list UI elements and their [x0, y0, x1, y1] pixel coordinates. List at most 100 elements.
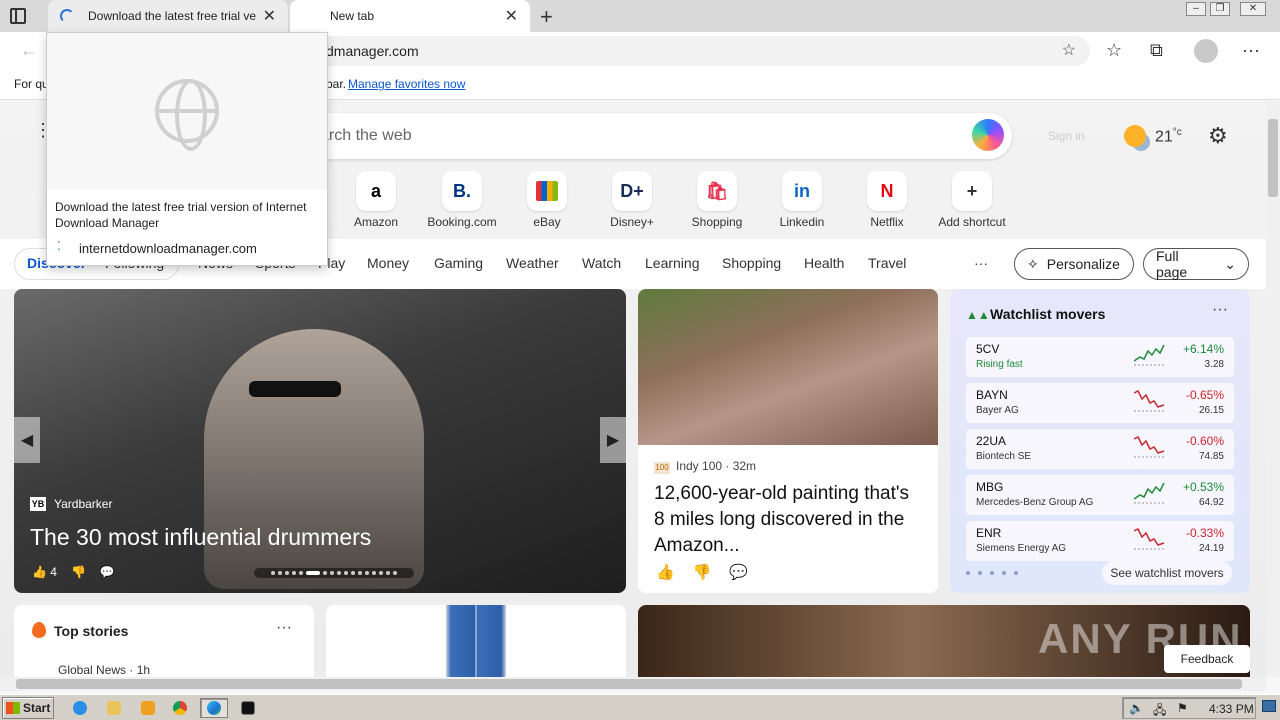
flag-icon[interactable]: ⚑ [1177, 701, 1188, 715]
chevron-down-icon: ⌄ [1224, 255, 1236, 272]
story-source-text: Indy 100 · 32m [676, 459, 757, 473]
full-page-dropdown[interactable]: Full page ⌄ [1143, 248, 1249, 280]
shortcut-netflix[interactable]: N Netflix [847, 171, 927, 229]
tab-new-tab[interactable]: New tab ✕ [290, 0, 530, 32]
scrollbar-thumb[interactable] [16, 679, 1242, 689]
nav-more-icon[interactable]: ··· [974, 255, 988, 271]
back-icon[interactable]: ← [20, 40, 38, 61]
clock[interactable]: 4:33 PM [1209, 702, 1254, 716]
dislike-icon[interactable]: 👎 [71, 565, 86, 579]
ticker-symbol: BAYN [976, 388, 1008, 402]
start-button[interactable]: Start [2, 697, 54, 719]
hero-card[interactable]: ◀ ▶ YB Yardbarker The 30 most influentia… [14, 289, 626, 593]
media-player-icon[interactable] [134, 698, 162, 718]
close-icon[interactable]: ✕ [263, 6, 276, 26]
shortcut-amazon[interactable]: a Amazon [336, 171, 416, 229]
company-name: Siemens Energy AG [976, 543, 1067, 554]
search-box[interactable]: arch the web [250, 113, 1012, 159]
watchlist-row[interactable]: 22UA Biontech SE -0.60% 74.85 [966, 429, 1234, 469]
hero-reactions: 👍 4 👎 💬 [32, 565, 115, 579]
address-bar[interactable]: dmanager.com ☆ [300, 36, 1090, 66]
tab-actions-icon[interactable] [10, 8, 26, 24]
watchlist-pagination[interactable] [966, 571, 1018, 575]
watchlist-more-icon[interactable]: ··· [1212, 301, 1228, 319]
nav-tab-money[interactable]: Money [367, 255, 409, 271]
see-watchlist-button[interactable]: See watchlist movers [1102, 561, 1232, 585]
shortcut-linkedin[interactable]: in Linkedin [762, 171, 842, 229]
top-stories-more-icon[interactable]: ··· [276, 619, 292, 637]
shortcut-icon [527, 171, 567, 211]
network-icon[interactable]: 🖧 [1153, 701, 1166, 720]
watchlist-row[interactable]: ENR Siemens Energy AG -0.33% 24.19 [966, 521, 1234, 561]
horizontal-scrollbar[interactable] [0, 677, 1266, 691]
chrome-icon[interactable] [166, 698, 194, 718]
vertical-scrollbar[interactable] [1266, 101, 1280, 677]
new-tab-button[interactable]: + [540, 4, 553, 30]
story-card[interactable]: 100 Indy 100 · 32m 12,600-year-old painti… [638, 289, 938, 593]
carousel-next-button[interactable]: ▶ [600, 417, 626, 463]
restore-button[interactable]: ❐ [1210, 2, 1230, 16]
nav-tab-shopping[interactable]: Shopping [722, 255, 781, 271]
menu-icon[interactable]: ··· [1242, 40, 1260, 61]
like-icon[interactable]: 👍 [656, 563, 675, 581]
nav-tab-gaming[interactable]: Gaming [434, 255, 483, 271]
hero-image-detail [249, 381, 341, 397]
watchlist-row[interactable]: BAYN Bayer AG -0.65% 26.15 [966, 383, 1234, 423]
profile-avatar[interactable] [1194, 39, 1218, 63]
watchlist-row[interactable]: 5CV Rising fast +6.14% 3.28 [966, 337, 1234, 377]
scrollbar-thumb[interactable] [1268, 119, 1278, 197]
shortcut-icon: a [356, 171, 396, 211]
weather-icon[interactable] [1124, 125, 1146, 147]
carousel-prev-button[interactable]: ◀ [14, 417, 40, 463]
edge-icon[interactable] [200, 698, 228, 718]
volume-icon[interactable]: 🔈 [1129, 701, 1144, 715]
sparkline-chart [1134, 344, 1166, 366]
shortcut-ebay[interactable]: eBay [507, 171, 587, 229]
explorer-icon[interactable] [100, 698, 128, 718]
ie-icon[interactable] [66, 698, 94, 718]
shortcut-add-shortcut[interactable]: + Add shortcut [932, 171, 1012, 229]
add-favorite-icon[interactable]: ☆ [1062, 40, 1076, 60]
top-stories-source[interactable]: Global News · 1h [58, 663, 150, 677]
nav-tab-weather[interactable]: Weather [506, 255, 559, 271]
settings-gear-icon[interactable]: ⚙ [1208, 123, 1228, 149]
locker-image [446, 605, 506, 677]
watchlist-row[interactable]: MBG Mercedes-Benz Group AG +0.53% 64.92 [966, 475, 1234, 515]
feedback-button[interactable]: Feedback [1164, 645, 1250, 673]
dislike-icon[interactable]: 👎 [693, 563, 712, 581]
close-window-button[interactable]: ✕ [1240, 2, 1266, 16]
hero-headline[interactable]: The 30 most influential drummers [30, 524, 371, 551]
ticker-symbol: 22UA [976, 434, 1007, 448]
temperature[interactable]: 21°c [1155, 127, 1182, 146]
comment-icon[interactable]: 💬 [100, 565, 115, 579]
carousel-dots[interactable] [254, 568, 414, 578]
nav-tab-health[interactable]: Health [804, 255, 844, 271]
shortcut-shopping[interactable]: 🛍 Shopping [677, 171, 757, 229]
show-desktop-icon[interactable] [1262, 700, 1276, 712]
nav-tab-watch[interactable]: Watch [582, 255, 621, 271]
favorites-icon[interactable]: ☆ [1106, 40, 1122, 61]
cmd-icon[interactable] [234, 698, 262, 718]
windows-logo-icon [6, 702, 20, 714]
personalize-button[interactable]: ✧ Personalize [1014, 248, 1134, 280]
price: 64.92 [1198, 497, 1224, 508]
comment-icon[interactable]: 💬 [729, 563, 748, 581]
nav-tab-learning[interactable]: Learning [645, 255, 700, 271]
locker-card[interactable] [326, 605, 626, 677]
tab-preview [47, 33, 327, 189]
close-icon[interactable]: ✕ [505, 6, 518, 26]
signin-button[interactable]: Sign in [1048, 129, 1085, 143]
manage-favorites-link[interactable]: Manage favorites now [348, 77, 465, 91]
video-card[interactable]: ANY RUN Feedback [638, 605, 1250, 677]
shortcut-booking-com[interactable]: B. Booking.com [422, 171, 502, 229]
copilot-icon[interactable] [972, 119, 1004, 151]
story-headline[interactable]: 12,600-year-old painting that's 8 miles … [654, 481, 924, 559]
collections-icon[interactable]: ⧉ [1150, 40, 1163, 61]
like-icon[interactable]: 👍 4 [32, 565, 57, 579]
hero-source: YB Yardbarker [30, 497, 112, 511]
nav-tab-travel[interactable]: Travel [868, 255, 906, 271]
tab-download[interactable]: Download the latest free trial ve ✕ [48, 0, 288, 32]
minimize-button[interactable]: – [1186, 2, 1206, 16]
shortcut-disney-[interactable]: D+ Disney+ [592, 171, 672, 229]
ticker-symbol: 5CV [976, 342, 1000, 356]
